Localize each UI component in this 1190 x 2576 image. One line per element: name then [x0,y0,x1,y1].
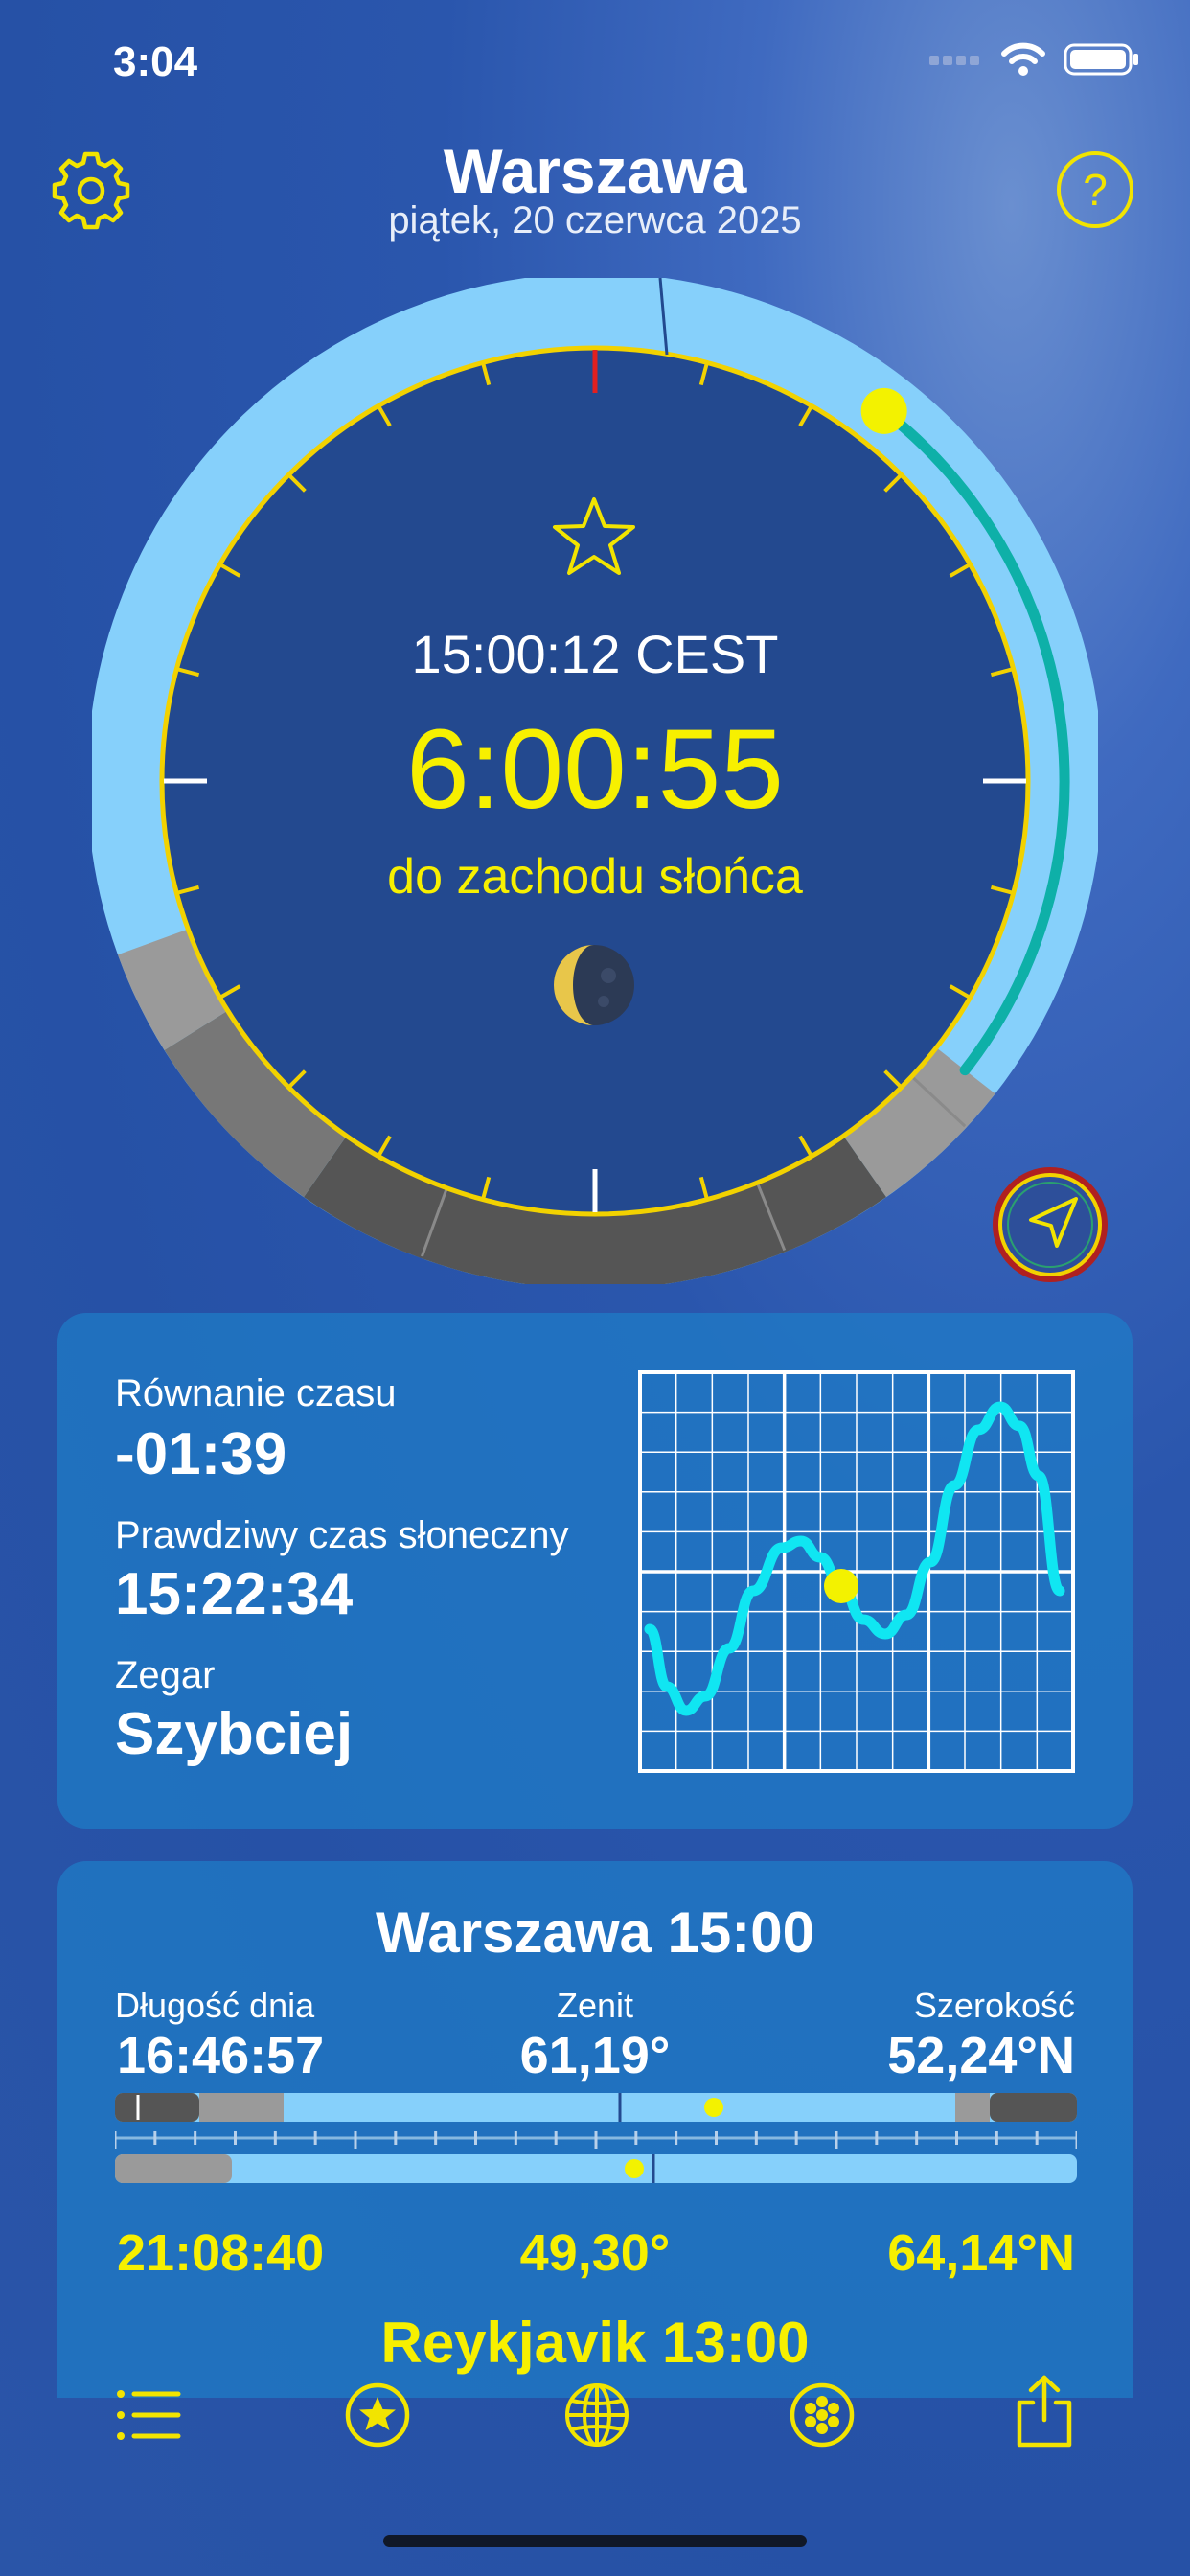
solar-time-label: Prawdziwy czas słoneczny [115,1514,569,1556]
city1-sun-marker [704,2098,723,2117]
clock-label: Zegar [115,1654,216,1696]
star-circle-icon [345,2382,410,2448]
city2-twilight-start [115,2154,232,2183]
ring-twilight-morning [117,928,230,1050]
cellular-signal-icon [929,56,979,65]
city1-twilight-start [199,2093,284,2122]
sun-position-marker [860,387,907,434]
equation-of-time-card[interactable]: Równanie czasu -01:39 Prawdziwy czas sło… [57,1313,1133,1828]
home-indicator [383,2535,807,2547]
daylight-comparison-bars [115,2093,1077,2183]
city1-title: Warszawa 15:00 [375,1900,815,1965]
city-comparison-card[interactable]: Warszawa 15:00 Długość dnia Zenit Szerok… [57,1861,1133,2398]
clock-value: Szybciej [115,1701,354,1767]
city-title: Warszawa [443,135,747,206]
solar-time-value: 15:22:34 [115,1561,354,1627]
equation-value: -01:39 [115,1421,287,1487]
city2-latitude: 64,14°N [887,2224,1075,2282]
list-icon [117,2390,181,2440]
status-icons [929,42,1140,77]
location-button[interactable] [987,1162,1113,1288]
svg-text:?: ? [1083,165,1108,215]
city1-night-start [115,2093,199,2122]
city1-twilight-end [955,2093,990,2122]
latitude-label: Szerokość [913,1986,1075,2025]
moon-phase-icon [554,945,634,1025]
help-button[interactable]: ? [1054,149,1136,231]
star-outline-icon [553,497,635,575]
equation-graph [638,1370,1075,1773]
city2-sun-marker [625,2159,644,2178]
city1-latitude: 52,24°N [887,2027,1075,2084]
share-icon [1017,2375,1072,2448]
local-time: 15:00:12 CEST [411,624,779,684]
tab-world[interactable] [557,2375,637,2455]
globe-icon [565,2383,629,2447]
question-mark-icon: ? [1057,151,1133,228]
city2-day-bar [115,2154,1077,2183]
countdown-label: do zachodu słońca [387,849,803,905]
location-arrow-icon [993,1167,1108,1282]
sunset-countdown: 6:00:55 [406,706,784,833]
status-time: 3:04 [113,38,198,85]
tab-share[interactable] [1004,2369,1085,2455]
wifi-icon [1001,42,1045,76]
tab-favorites[interactable] [337,2375,418,2455]
city1-night-end [990,2093,1077,2122]
tab-bar [0,2348,1190,2482]
favorite-button[interactable] [546,494,642,580]
flower-circle-icon [790,2382,855,2448]
equation-label: Równanie czasu [115,1372,397,1414]
moon-phase[interactable] [551,942,637,1028]
tab-sun-info[interactable] [782,2375,862,2455]
battery-icon [1064,43,1138,76]
tab-list[interactable] [111,2377,188,2453]
date-subtitle: piątek, 20 czerwca 2025 [388,199,802,242]
graph-today-marker [824,1569,858,1603]
